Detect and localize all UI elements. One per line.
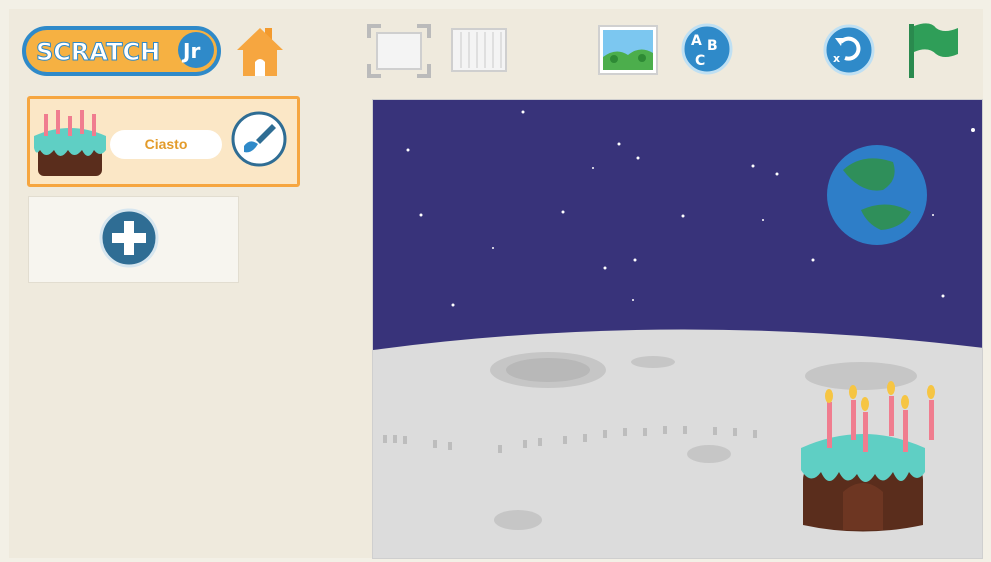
svg-text:A: A <box>691 33 702 49</box>
home-icon[interactable] <box>233 24 287 78</box>
reset-icon[interactable]: x <box>823 24 875 76</box>
moon-background <box>373 100 982 558</box>
plus-icon[interactable] <box>98 207 160 269</box>
abc-text-icon[interactable]: A B C <box>681 23 733 75</box>
paintbrush-icon[interactable] <box>230 110 288 168</box>
svg-text:Jr: Jr <box>181 39 200 63</box>
grid-icon[interactable] <box>451 28 507 72</box>
svg-text:SCRATCH: SCRATCH <box>36 38 160 66</box>
fullscreen-icon[interactable] <box>367 24 431 78</box>
svg-text:x: x <box>833 52 840 65</box>
sprite-name-label[interactable]: Ciasto <box>110 130 222 159</box>
stage[interactable] <box>372 99 983 559</box>
svg-text:B: B <box>707 38 718 54</box>
cake-icon <box>34 110 106 176</box>
svg-text:C: C <box>695 53 705 69</box>
green-flag-icon[interactable] <box>906 20 960 80</box>
scratchjr-logo[interactable]: SCRATCH Jr <box>22 22 221 78</box>
landscape-icon[interactable] <box>598 25 658 75</box>
